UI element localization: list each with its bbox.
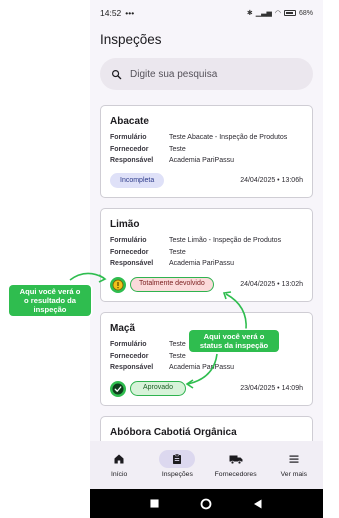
nav-item-inicio[interactable]: Início xyxy=(90,441,148,489)
status-bar: 14:52 ••• ✱ ▁▃▅ ◠ 68% xyxy=(90,0,323,26)
supplier-label: Fornecedor xyxy=(110,352,149,360)
signal-icon: ▁▃▅ xyxy=(255,10,272,17)
card-title: Abóbora Cabotiá Orgânica xyxy=(110,427,237,438)
inspection-date: 24/04/2025 • 13:02h xyxy=(240,281,303,288)
supplier-value: Teste xyxy=(169,145,186,153)
truck-icon xyxy=(229,455,243,465)
inspection-date: 23/04/2025 • 14:09h xyxy=(240,385,303,392)
status-badge: Aprovado xyxy=(130,381,186,396)
status-callout: Aqui você verá o status da inspeção xyxy=(189,330,279,352)
status-callout-line: Aqui você verá o xyxy=(203,332,265,341)
result-callout: Aqui você verá o o resultado da inspeção xyxy=(9,285,91,316)
inspection-card[interactable]: Limão Formulário Teste Limão - Inspeção d… xyxy=(100,208,313,302)
nav-label: Fornecedores xyxy=(214,471,257,478)
result-callout-line: inspeção xyxy=(33,305,67,314)
nav-label: Inspeções xyxy=(161,471,193,478)
search-input[interactable]: Digite sua pesquisa xyxy=(100,58,313,90)
result-callout-line: o resultado da xyxy=(24,296,76,305)
search-icon xyxy=(112,69,122,79)
nav-item-fornecedores[interactable]: Fornecedores xyxy=(207,441,265,489)
supplier-label: Fornecedor xyxy=(110,248,149,256)
search-placeholder: Digite sua pesquisa xyxy=(130,68,218,80)
responsible-label: Responsável xyxy=(110,364,154,372)
status-time: 14:52 xyxy=(100,8,122,18)
home-button-icon[interactable] xyxy=(200,498,212,510)
phone-screen: 14:52 ••• ✱ ▁▃▅ ◠ 68% Inspeções Digite s… xyxy=(90,0,323,518)
nav-label: Início xyxy=(111,471,128,478)
nav-item-ver-mais[interactable]: Ver mais xyxy=(265,441,323,489)
notification-dots: ••• xyxy=(125,8,135,18)
battery-icon xyxy=(283,10,296,16)
card-title: Abacate xyxy=(110,116,149,127)
responsible-label: Responsável xyxy=(110,260,154,268)
bottom-navigation: Início Inspeções Fornecedores Ver mais xyxy=(90,441,323,489)
inspection-date: 24/04/2025 • 13:06h xyxy=(240,177,303,184)
form-label: Formulário xyxy=(110,134,147,141)
bluetooth-icon: ✱ xyxy=(246,10,253,17)
responsible-value: Academia PariPassu xyxy=(169,157,234,165)
battery-level: 68% xyxy=(298,9,313,17)
menu-icon xyxy=(289,455,299,463)
status-callout-line: status da inspeção xyxy=(199,341,269,350)
supplier-value: Teste xyxy=(169,248,186,256)
back-icon[interactable] xyxy=(253,499,263,509)
system-navigation-bar xyxy=(90,489,323,518)
wifi-icon: ◠ xyxy=(274,10,281,17)
status-badge: Incompleta xyxy=(110,173,165,188)
responsible-value: Academia PariPassu xyxy=(169,364,234,372)
check-circle-icon xyxy=(110,380,126,397)
recents-icon[interactable] xyxy=(150,499,159,508)
responsible-label: Responsável xyxy=(110,157,154,165)
clipboard-icon xyxy=(173,453,182,464)
supplier-label: Fornecedor xyxy=(110,145,149,153)
inspection-card[interactable]: Abacate Formulário Teste Abacate - Inspeç… xyxy=(100,105,313,198)
form-label: Formulário xyxy=(110,341,147,348)
warning-icon xyxy=(110,276,126,293)
form-value: Teste Limão - Inspeção de Produtos xyxy=(169,237,282,244)
form-label: Formulário xyxy=(110,237,147,244)
inspection-card[interactable]: Maçã FormulárioTeste Maçã - Inspeção de … xyxy=(100,312,313,406)
nav-item-inspecoes[interactable]: Inspeções xyxy=(148,441,206,489)
home-icon xyxy=(114,454,124,464)
form-value: Teste Abacate - Inspeção de Produtos xyxy=(169,134,288,141)
supplier-value: Teste xyxy=(169,352,186,360)
result-callout-line: Aqui você verá o xyxy=(19,287,81,296)
card-title: Limão xyxy=(110,219,140,230)
status-badge: Totalmente devolvido xyxy=(130,277,214,292)
responsible-value: Academia PariPassu xyxy=(169,260,234,268)
nav-label: Ver mais xyxy=(280,471,308,478)
page-title: Inspeções xyxy=(100,32,162,47)
